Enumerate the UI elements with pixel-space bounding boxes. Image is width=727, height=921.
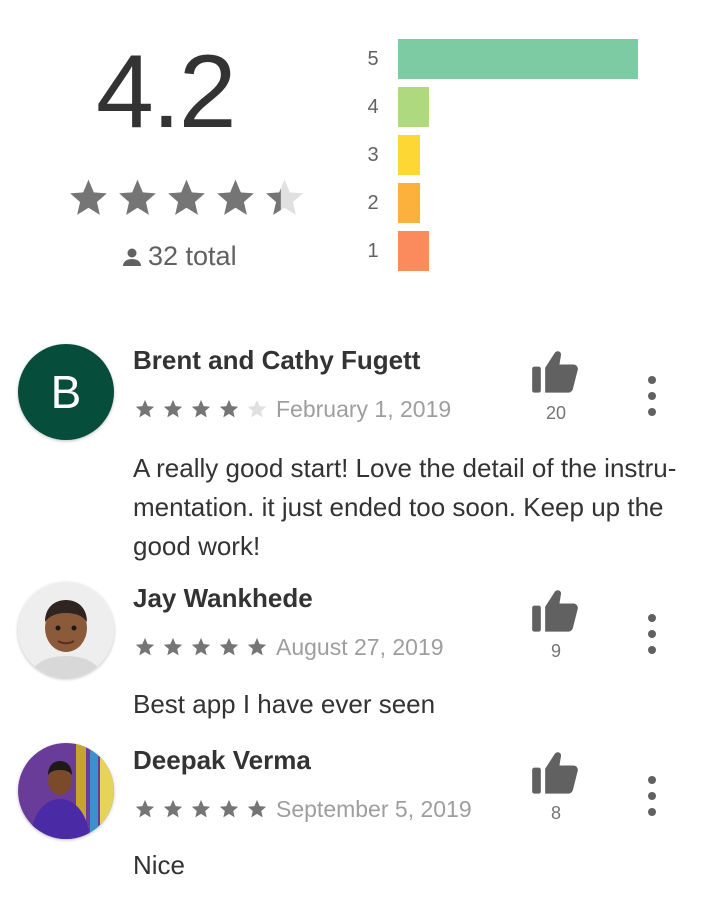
- review-text: A really good start! Love the detail of …: [133, 453, 677, 561]
- average-rating: 4.2: [96, 34, 237, 150]
- star-icon: [219, 799, 239, 818]
- star-icon: [135, 799, 155, 818]
- menu-dot: [648, 376, 656, 384]
- histogram-bar: [398, 87, 429, 127]
- review-text: Best app I have ever seen: [133, 689, 436, 719]
- total-ratings: 32 total: [120, 241, 237, 272]
- histogram-bar: [398, 39, 638, 79]
- thumb-up-icon[interactable]: [530, 748, 582, 796]
- thumb-up-icon[interactable]: [530, 347, 582, 395]
- menu-dot: [648, 776, 656, 784]
- histogram-bar: [398, 183, 420, 223]
- review-author: Deepak Verma: [133, 745, 311, 775]
- star-icon: [191, 637, 211, 656]
- star-icon: [217, 179, 254, 215]
- avatar[interactable]: B: [18, 344, 114, 440]
- star-icon: [135, 399, 155, 418]
- star-icon: [219, 399, 239, 418]
- review-date: September 5, 2019: [276, 796, 472, 822]
- star-empty-icon: [247, 399, 267, 418]
- star-icon: [247, 637, 267, 656]
- like-count: 9: [550, 641, 561, 661]
- like-count: 20: [545, 403, 567, 423]
- histogram-row-1: 1: [360, 231, 429, 271]
- review-author: Jay Wankhede: [133, 583, 313, 613]
- star-icon: [70, 179, 107, 215]
- histogram-label: 1: [367, 239, 379, 262]
- more-vert-icon[interactable]: [640, 376, 664, 416]
- histogram-label: 5: [367, 47, 379, 70]
- star-icon: [219, 637, 239, 656]
- star-icon: [135, 637, 155, 656]
- menu-dot: [648, 646, 656, 654]
- review-date: February 1, 2019: [276, 396, 452, 422]
- review-date: August 27, 2019: [276, 634, 444, 660]
- histogram-bar: [398, 231, 429, 271]
- thumb-up-icon[interactable]: [530, 586, 582, 634]
- total-label: 32 total: [148, 241, 237, 271]
- menu-dot: [648, 792, 656, 800]
- menu-dot: [648, 408, 656, 416]
- review-stars: [133, 798, 273, 820]
- like-count: 8: [550, 803, 561, 823]
- average-stars: [64, 176, 309, 220]
- menu-dot: [648, 630, 656, 638]
- star-icon: [163, 637, 183, 656]
- star-icon: [191, 799, 211, 818]
- star-icon: [191, 399, 211, 418]
- menu-dot: [648, 808, 656, 816]
- avatar[interactable]: [18, 582, 114, 678]
- person-icon: [123, 248, 141, 266]
- histogram-label: 2: [367, 191, 379, 214]
- histogram-label: 4: [367, 95, 379, 118]
- review-stars: [133, 636, 273, 658]
- menu-dot: [648, 392, 656, 400]
- histogram-bar: [398, 135, 420, 175]
- star-half-icon: [266, 179, 303, 215]
- profile-photo-icon: [18, 582, 114, 678]
- histogram-row-3: 3: [360, 135, 420, 175]
- more-vert-icon[interactable]: [640, 776, 664, 816]
- more-vert-icon[interactable]: [640, 614, 664, 654]
- star-icon: [119, 179, 156, 215]
- review-author: Brent and Cathy Fugett: [133, 345, 421, 375]
- histogram-row-5: 5: [360, 39, 638, 79]
- review-text: Nice: [133, 850, 186, 880]
- histogram-row-2: 2: [360, 183, 420, 223]
- profile-photo-icon: [18, 743, 114, 839]
- star-icon: [163, 399, 183, 418]
- star-icon: [168, 179, 205, 215]
- avatar[interactable]: [18, 743, 114, 839]
- histogram-row-4: 4: [360, 87, 429, 127]
- review-stars: [133, 398, 273, 420]
- histogram-label: 3: [367, 143, 379, 166]
- menu-dot: [648, 614, 656, 622]
- star-icon: [163, 799, 183, 818]
- star-icon: [247, 799, 267, 818]
